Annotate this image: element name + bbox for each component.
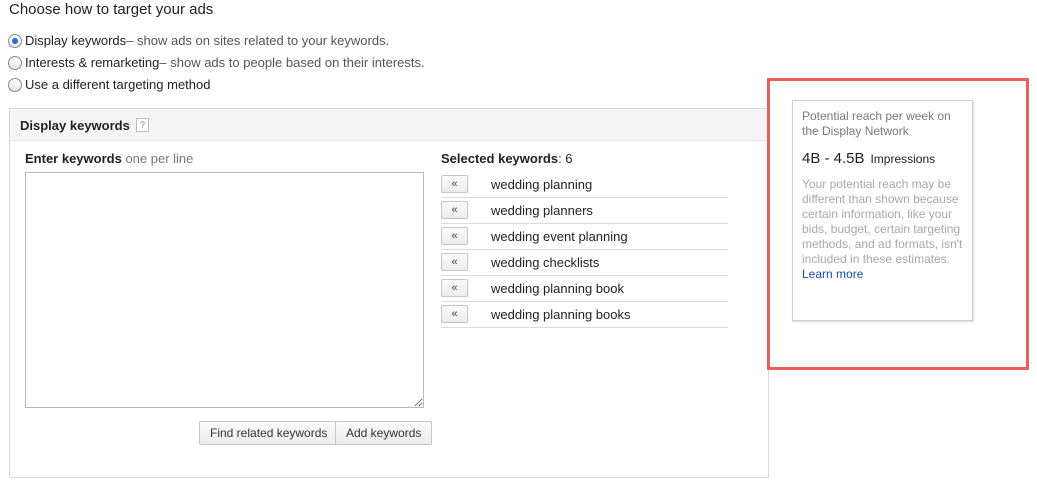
find-related-keywords-button[interactable]: Find related keywords — [199, 421, 339, 445]
add-keywords-button[interactable]: Add keywords — [335, 421, 433, 445]
reach-note-text: Your potential reach may be different th… — [802, 177, 963, 266]
list-item: « wedding checklists — [441, 250, 728, 276]
reach-range: 4B - 4.5B — [802, 150, 865, 167]
reach-value: 4B - 4.5B Impressions — [802, 150, 963, 167]
keyword-text: wedding checklists — [491, 255, 600, 270]
remove-keyword-button[interactable]: « — [441, 227, 468, 245]
reach-note: Your potential reach may be different th… — [802, 177, 963, 282]
keyword-text: wedding planners — [491, 203, 593, 218]
option-description: – show ads to people based on their inte… — [159, 55, 425, 70]
option-label[interactable]: Interests & remarketing — [25, 55, 159, 70]
list-item: « wedding planning book — [441, 276, 728, 302]
radio-button[interactable] — [8, 77, 22, 92]
radio-display-keywords[interactable]: Display keywords – show ads on sites rel… — [8, 33, 389, 48]
keyword-text: wedding planning books — [491, 307, 631, 322]
learn-more-link[interactable]: Learn more — [802, 267, 863, 281]
page-title: Choose how to target your ads — [9, 1, 214, 18]
enter-keywords-title: Enter keywords — [25, 151, 122, 166]
option-description: – show ads on sites related to your keyw… — [126, 33, 390, 48]
list-item: « wedding event planning — [441, 224, 728, 250]
help-icon[interactable]: ? — [136, 118, 149, 132]
reach-title: Potential reach per week on the Display … — [802, 109, 951, 138]
keyword-text: wedding planning book — [491, 281, 624, 296]
enter-keywords-hint: one per line — [125, 151, 194, 166]
remove-keyword-button[interactable]: « — [441, 201, 468, 219]
enter-keywords-label: Enter keywords one per line — [25, 151, 193, 166]
keywords-textarea[interactable] — [25, 172, 424, 408]
radio-button-selected[interactable] — [8, 33, 22, 48]
keyword-text: wedding event planning — [491, 229, 628, 244]
selected-keywords-label: Selected keywords: 6 — [441, 151, 573, 166]
potential-reach-card: Potential reach per week on the Display … — [792, 100, 973, 321]
panel-header: Display keywords ? — [10, 109, 768, 141]
reach-unit: Impressions — [870, 152, 936, 166]
option-label[interactable]: Use a different targeting method — [25, 77, 211, 92]
remove-keyword-button[interactable]: « — [441, 253, 468, 271]
list-item: « wedding planners — [441, 198, 728, 224]
display-keywords-panel: Display keywords ? Enter keywords one pe… — [9, 108, 769, 478]
keyword-text: wedding planning — [491, 177, 593, 192]
selected-keywords-title: Selected keywords — [441, 151, 559, 166]
selected-keywords-count: : 6 — [558, 151, 573, 166]
option-label[interactable]: Display keywords — [25, 33, 126, 48]
radio-different-method[interactable]: Use a different targeting method — [8, 77, 211, 92]
radio-button[interactable] — [8, 55, 22, 70]
panel-title: Display keywords — [20, 118, 130, 133]
list-item: « wedding planning — [441, 172, 728, 198]
list-item: « wedding planning books — [441, 302, 728, 328]
radio-interests-remarketing[interactable]: Interests & remarketing – show ads to pe… — [8, 55, 425, 70]
remove-keyword-button[interactable]: « — [441, 305, 468, 323]
selected-keywords-list: « wedding planning « wedding planners « … — [441, 172, 728, 328]
remove-keyword-button[interactable]: « — [441, 279, 468, 297]
remove-keyword-button[interactable]: « — [441, 175, 468, 193]
